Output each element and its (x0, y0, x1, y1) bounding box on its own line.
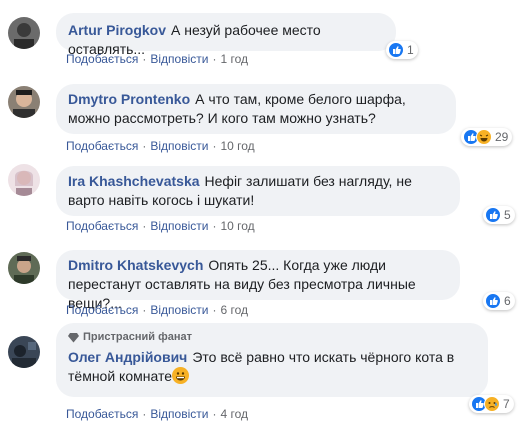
avatar[interactable] (8, 86, 40, 118)
reaction-summary[interactable]: 1 (386, 41, 418, 59)
fan-badge: Пристрасний фанат (68, 328, 476, 347)
comment-author[interactable]: Ira Khashchevatska (68, 173, 200, 189)
avatar[interactable] (8, 336, 40, 368)
reaction-summary[interactable]: 5 (483, 206, 515, 224)
reply-link[interactable]: Відповісти (150, 139, 208, 153)
comment-author[interactable]: Artur Pirogkov (68, 22, 166, 38)
reaction-count: 1 (407, 43, 414, 57)
reaction-count: 5 (504, 208, 511, 222)
fan-badge-label: Пристрасний фанат (83, 331, 192, 343)
like-link[interactable]: Подобається (66, 139, 138, 153)
comment-author[interactable]: Олег Андрійович (68, 349, 187, 365)
like-link[interactable]: Подобається (66, 52, 138, 66)
reply-link[interactable]: Відповісти (150, 407, 208, 421)
like-icon (388, 42, 404, 58)
avatar[interactable] (8, 164, 40, 196)
comment-actions: Подобається · Відповісти · 4 год (66, 407, 248, 421)
comment-bubble: Dmitro Khatskevych Опять 25... Когда уже … (56, 250, 460, 311)
reply-link[interactable]: Відповісти (150, 303, 208, 317)
comment-bubble: Пристрасний фанат Олег Андрійович Это всё… (56, 323, 488, 397)
like-link[interactable]: Подобається (66, 407, 138, 421)
comment-author[interactable]: Dmitro Khatskevych (68, 257, 203, 273)
grinning-face-icon (172, 367, 189, 384)
comment-time[interactable]: 6 год (220, 303, 248, 317)
comment-time[interactable]: 10 год (220, 139, 254, 153)
like-link[interactable]: Подобається (66, 219, 138, 233)
comment-bubble: Dmytro Prontenko А что там, кроме белого … (56, 84, 456, 134)
haha-icon (476, 129, 492, 145)
like-link[interactable]: Подобається (66, 303, 138, 317)
reply-link[interactable]: Відповісти (150, 52, 208, 66)
avatar[interactable] (8, 252, 40, 284)
comment-author[interactable]: Dmytro Prontenko (68, 91, 190, 107)
like-icon (485, 207, 501, 223)
reaction-count: 29 (495, 130, 509, 144)
comment-bubble: Ira Khashchevatska Нефіг залишати без наг… (56, 166, 460, 216)
reaction-count: 7 (503, 397, 510, 411)
comment-actions: Подобається · Відповісти · 10 год (66, 139, 255, 153)
reaction-count: 6 (504, 294, 511, 308)
comment-time[interactable]: 1 год (220, 52, 248, 66)
comment-actions: Подобається · Відповісти · 10 год (66, 219, 255, 233)
reply-link[interactable]: Відповісти (150, 219, 208, 233)
diamond-icon (68, 333, 79, 343)
avatar[interactable] (8, 17, 40, 49)
comment-actions: Подобається · Відповісти · 6 год (66, 303, 248, 317)
reaction-summary[interactable]: 6 (483, 292, 515, 310)
reaction-summary[interactable]: 7 (469, 395, 514, 413)
comment-bubble: Artur Pirogkov А незуй рабочее место оста… (56, 13, 396, 57)
reaction-summary[interactable]: 29 (461, 128, 513, 146)
comment-time[interactable]: 10 год (220, 219, 254, 233)
sad-icon (484, 396, 500, 412)
like-icon (485, 293, 501, 309)
comment-time[interactable]: 4 год (220, 407, 248, 421)
comment-actions: Подобається · Відповісти · 1 год (66, 52, 248, 66)
